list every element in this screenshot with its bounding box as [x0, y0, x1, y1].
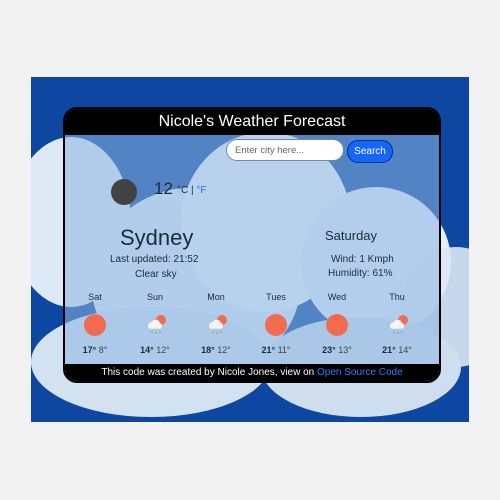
current-temperature: 12	[154, 179, 173, 198]
current-day: Saturday	[325, 228, 378, 243]
forecast-day-name: Sat	[88, 292, 102, 302]
footer: This code was created by Nicole Jones, v…	[65, 364, 439, 381]
app-title: Nicole's Weather Forecast	[65, 109, 439, 135]
forecast-day: Thu 21° 14°	[367, 292, 427, 355]
snow-cloud-icon	[205, 314, 227, 336]
forecast-high: 14°	[140, 345, 154, 355]
sun-icon	[265, 314, 287, 336]
forecast-day: Sat 17° 8°	[65, 292, 125, 355]
forecast-day-name: Wed	[327, 292, 347, 302]
sun-icon	[326, 314, 348, 336]
unit-toggle: °C | °F	[177, 185, 207, 196]
snow-cloud-icon	[144, 314, 166, 336]
forecast-day-name: Mon	[207, 292, 225, 302]
last-updated: Last updated: 21:52	[110, 254, 199, 265]
forecast-low: 12°	[156, 345, 170, 355]
forecast-high: 23°	[322, 345, 336, 355]
dark-moon-icon	[111, 179, 137, 205]
search-button[interactable]: Search	[347, 140, 393, 163]
forecast-high: 18°	[201, 345, 215, 355]
forecast-low: 11°	[277, 345, 291, 355]
city-name: Sydney	[120, 225, 194, 250]
forecast-low: 8°	[98, 345, 108, 355]
footer-text: This code was created by Nicole Jones, v…	[101, 367, 318, 378]
sun-icon	[84, 314, 106, 336]
forecast-high: 21°	[261, 345, 276, 355]
forecast-day-name: Thu	[389, 292, 405, 302]
forecast-day: Tues 21° 11°	[246, 292, 306, 355]
city-search-input[interactable]	[226, 139, 344, 161]
fahrenheit-link[interactable]: °F	[196, 185, 206, 196]
forecast-high: 17°	[82, 345, 97, 355]
forecast-low: 12°	[217, 345, 231, 355]
forecast-low: 14°	[398, 345, 412, 355]
forecast-day-name: Sun	[146, 292, 163, 302]
weather-card: Nicole's Weather Forecast Search 12 °C |…	[63, 107, 441, 383]
forecast-day: Mon 18° 12°	[186, 292, 246, 355]
humidity: Humidity: 61%	[328, 268, 393, 279]
wind-speed: Wind: 1 Kmph	[331, 254, 394, 265]
unit-separator: |	[191, 185, 194, 196]
snow-cloud-icon	[386, 314, 408, 336]
forecast-high: 21°	[382, 345, 396, 355]
celsius-unit[interactable]: °C	[177, 185, 188, 196]
forecast-low: 13°	[338, 345, 352, 355]
forecast-day-name: Tues	[266, 292, 286, 302]
weather-description: Clear sky	[135, 269, 177, 280]
open-source-link[interactable]: Open Source Code	[317, 367, 403, 378]
forecast-day: Wed 23° 13°	[307, 292, 367, 355]
forecast-day: Sun 14° 12°	[125, 292, 185, 355]
